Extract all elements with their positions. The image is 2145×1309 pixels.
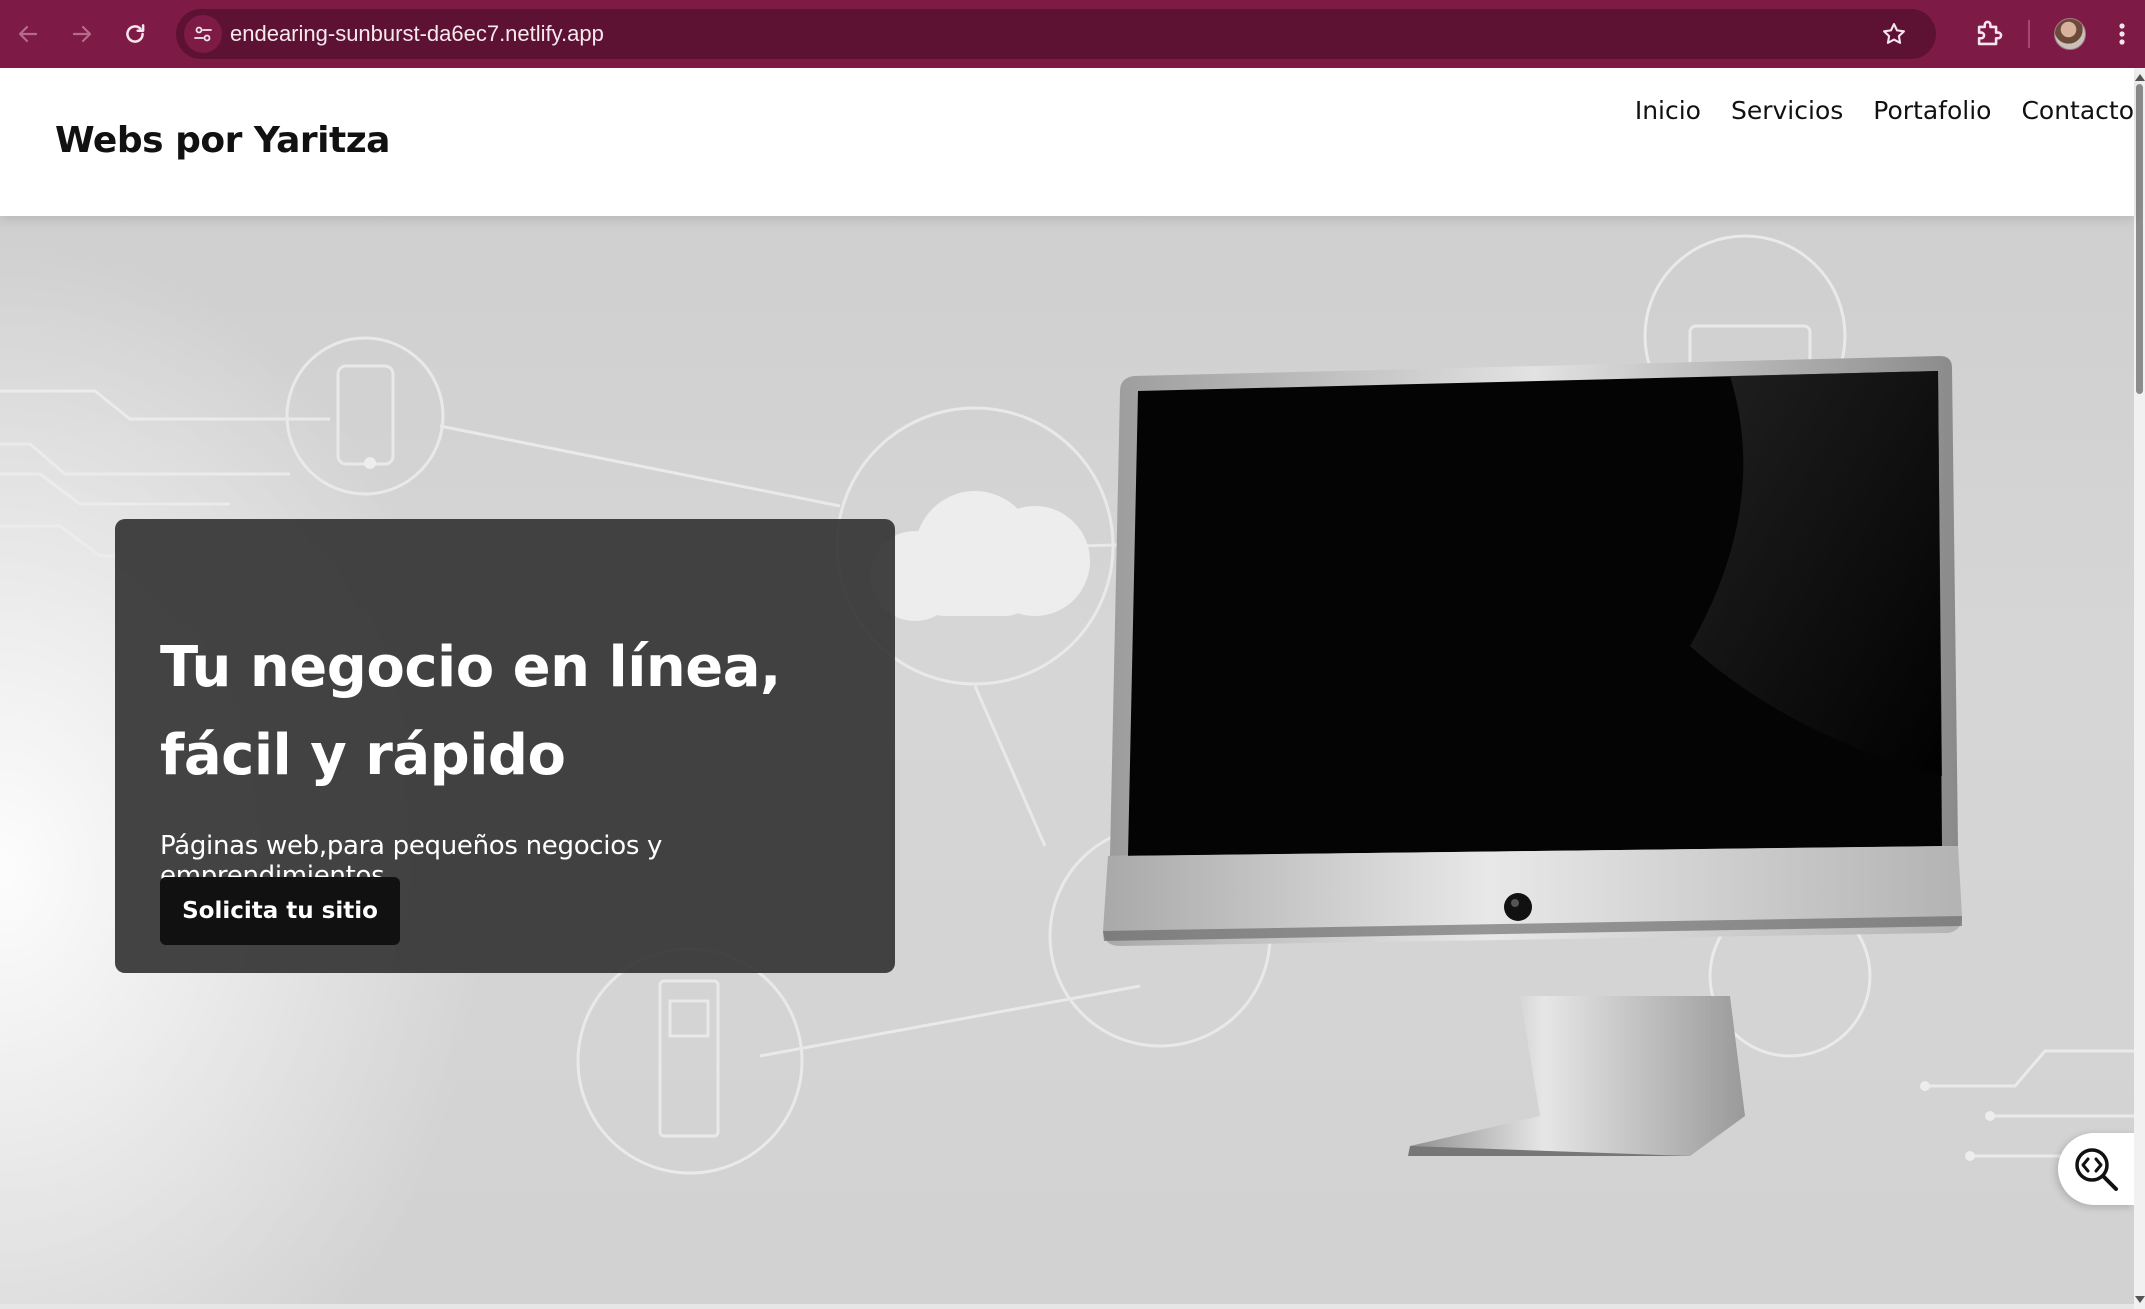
browser-menu-button[interactable]: [2112, 18, 2132, 50]
scrollbar-thumb[interactable]: [2136, 84, 2143, 394]
nav-link-portafolio[interactable]: Portafolio: [1873, 96, 1991, 125]
forward-button[interactable]: [62, 14, 102, 54]
page-bottom-edge: [0, 1304, 2134, 1309]
kebab-icon: [2119, 23, 2125, 45]
site-header: Webs por Yaritza Inicio Servicios Portaf…: [0, 68, 2134, 216]
arrow-left-icon: [18, 25, 38, 43]
site-info-button[interactable]: [184, 15, 222, 53]
reload-icon: [126, 24, 145, 43]
reload-button[interactable]: [115, 14, 155, 54]
star-icon: [1883, 23, 1905, 44]
address-bar[interactable]: endearing-sunburst-da6ec7.netlify.app: [176, 9, 1936, 59]
url-text[interactable]: endearing-sunburst-da6ec7.netlify.app: [230, 9, 604, 59]
request-site-button[interactable]: Solicita tu sitio: [160, 877, 400, 945]
hero-card: Tu negocio en línea, fácil y rápido Pági…: [115, 519, 895, 973]
monitor-image: [1103, 356, 1962, 1156]
code-search-icon: [2075, 1148, 2118, 1191]
tune-icon: [194, 26, 212, 42]
page-scrollbar[interactable]: [2134, 68, 2145, 1309]
arrow-right-icon: [72, 25, 92, 43]
main-nav: Inicio Servicios Portafolio Contacto: [1635, 96, 2134, 125]
hero-section: Tu negocio en línea, fácil y rápido Pági…: [0, 216, 2134, 1304]
site-logo[interactable]: Webs por Yaritza: [55, 120, 390, 161]
nav-link-servicios[interactable]: Servicios: [1731, 96, 1843, 125]
back-button[interactable]: [8, 14, 48, 54]
hero-title-line-1: Tu negocio en línea,: [160, 635, 781, 700]
nav-link-inicio[interactable]: Inicio: [1635, 96, 1701, 125]
hero-title: Tu negocio en línea, fácil y rápido: [160, 624, 860, 800]
bookmark-button[interactable]: [1880, 20, 1908, 48]
scroll-down-arrow[interactable]: [2135, 1296, 2145, 1303]
scroll-up-arrow[interactable]: [2135, 74, 2145, 81]
nav-link-contacto[interactable]: Contacto: [2021, 96, 2134, 125]
extensions-button[interactable]: [1972, 17, 2006, 51]
puzzle-icon: [1977, 20, 2003, 46]
profile-avatar[interactable]: [2054, 18, 2086, 50]
toolbar-separator: [2028, 20, 2030, 48]
code-inspector-button[interactable]: [2058, 1133, 2134, 1205]
browser-toolbar: endearing-sunburst-da6ec7.netlify.app: [0, 0, 2145, 68]
hero-title-line-2: fácil y rápido: [160, 723, 566, 788]
